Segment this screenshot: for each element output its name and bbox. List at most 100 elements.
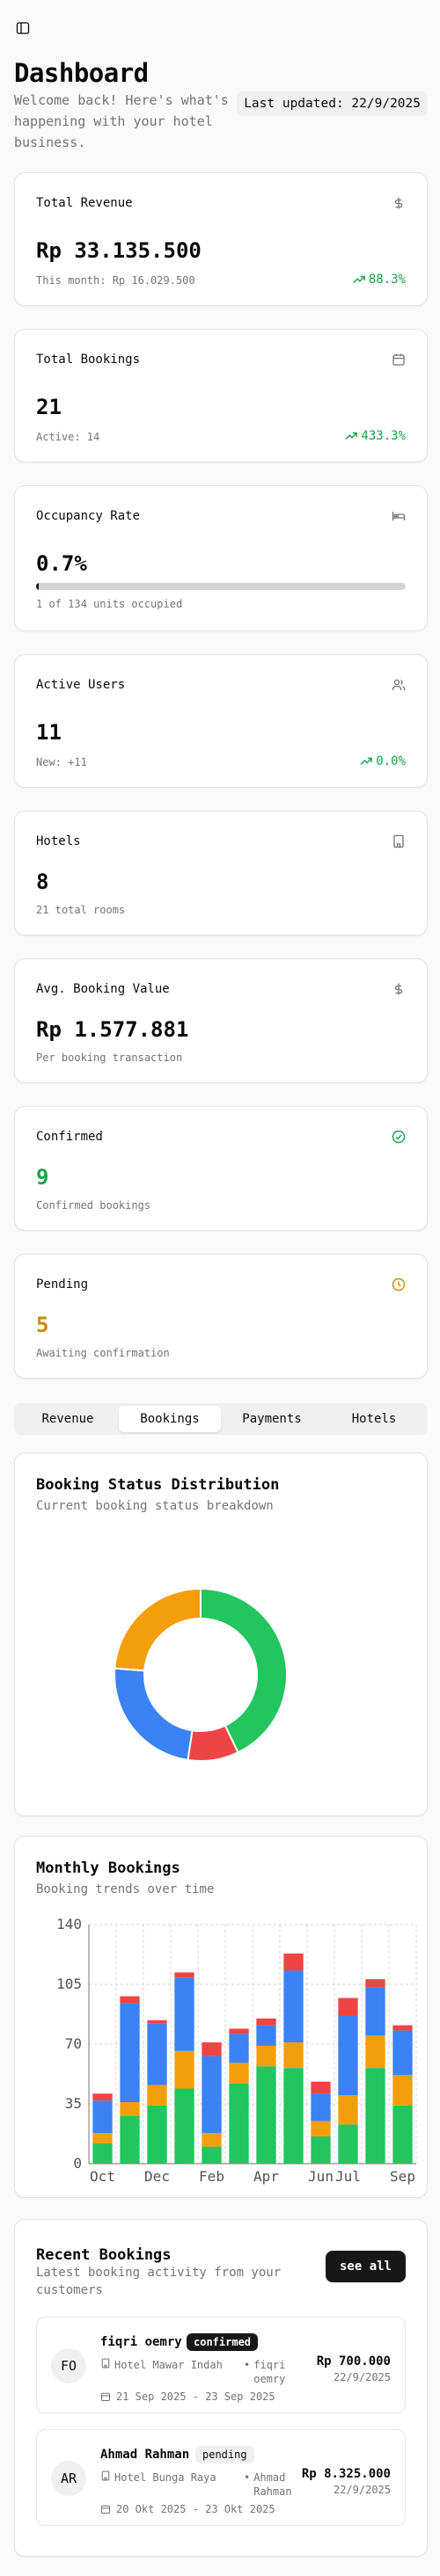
bar-segment[interactable]: [202, 2042, 222, 2056]
bar-segment[interactable]: [311, 2136, 331, 2164]
bar-segment[interactable]: [229, 2034, 249, 2063]
bar-segment[interactable]: [392, 2025, 413, 2031]
bar-segment[interactable]: [283, 1970, 304, 2043]
y-tick-label: 70: [65, 2035, 82, 2052]
bar-segment[interactable]: [311, 2121, 331, 2136]
booking-item[interactable]: AR Ahmad Rahman pending Hotel Bunga Raya…: [36, 2429, 406, 2526]
bar-segment[interactable]: [283, 1954, 304, 1971]
bar-segment[interactable]: [392, 2074, 413, 2106]
bar-segment[interactable]: [338, 2095, 358, 2125]
last-updated-badge: Last updated: 22/9/2025: [237, 91, 428, 116]
bar-segment[interactable]: [202, 2133, 222, 2147]
bar-segment[interactable]: [256, 2045, 276, 2067]
bar-segment[interactable]: [311, 2093, 331, 2121]
monthly-bookings-bar-chart: 0 35 70 105 140 Oct Dec Feb Apr Jun Jul Sep: [56, 1916, 417, 2185]
bar-segment[interactable]: [202, 2146, 222, 2164]
booking-status-donut-chart: [114, 1587, 288, 1762]
stat-card-total-bookings: Total Bookings 21 Active: 14 433.3%: [14, 329, 428, 462]
bar-segment[interactable]: [147, 2019, 167, 2024]
sidebar-toggle-icon[interactable]: [12, 18, 33, 39]
bar-segment[interactable]: [92, 2093, 113, 2101]
bar-segment[interactable]: [147, 2023, 167, 2085]
bar-segment[interactable]: [365, 1987, 385, 2036]
bed-icon: [392, 509, 406, 523]
stay-dates: 20 Okt 2025 - 23 Okt 2025: [100, 2502, 275, 2516]
bar-segment[interactable]: [120, 2115, 140, 2164]
tab-bookings[interactable]: Bookings: [119, 1406, 221, 1432]
stat-subtext: Per booking transaction: [36, 1052, 183, 1064]
bar-segment[interactable]: [365, 1979, 385, 1988]
guest-label: fiqri oemry: [253, 2359, 286, 2385]
stat-value: 8: [36, 870, 49, 894]
dates-text: 21 Sep 2025 - 23 Sep 2025: [116, 2390, 275, 2403]
bar-segment[interactable]: [338, 2124, 358, 2164]
booking-item[interactable]: FO fiqri oemry confirmed Hotel Mawar Ind…: [36, 2317, 406, 2413]
bar-segment[interactable]: [120, 1996, 140, 2004]
stat-subtext: 21 total rooms: [36, 904, 126, 916]
bar-segment[interactable]: [256, 2018, 276, 2026]
bar-segment[interactable]: [256, 2025, 276, 2046]
bar-segment[interactable]: [392, 2105, 413, 2164]
x-tick-label: Apr: [253, 2168, 279, 2185]
donut-slice[interactable]: [114, 1667, 194, 1762]
bar-segment[interactable]: [92, 2133, 113, 2143]
bar-segment[interactable]: [174, 1977, 194, 2051]
hotel-info: Hotel Bunga Raya: [100, 2470, 232, 2485]
guest-name: Ahmad Rahman: [100, 2448, 190, 2462]
trending-up-icon: [345, 430, 358, 442]
booking-date: 22/9/2025: [333, 2484, 391, 2496]
donut-slice[interactable]: [200, 1587, 288, 1754]
stat-card-total-revenue: Total Revenue Rp 33.135.500 This month: …: [14, 172, 428, 306]
card-description: Latest booking activity from your custom…: [36, 2266, 282, 2297]
booking-date: 22/9/2025: [333, 2371, 391, 2383]
bar-segment[interactable]: [338, 2014, 358, 2096]
bar-segment[interactable]: [147, 2085, 167, 2106]
bar-segment[interactable]: [174, 2088, 194, 2164]
bar-segment[interactable]: [392, 2030, 413, 2075]
bar-segment[interactable]: [338, 1997, 358, 2015]
bar-segment[interactable]: [283, 2068, 304, 2164]
bar-segment[interactable]: [229, 2028, 249, 2034]
bar-segment[interactable]: [229, 2083, 249, 2164]
bar-segment[interactable]: [174, 2050, 194, 2089]
bar-segment[interactable]: [147, 2105, 167, 2164]
stat-subtext: New: +11: [36, 756, 87, 768]
donut-slice[interactable]: [114, 1587, 202, 1672]
calendar-icon: [100, 2504, 111, 2514]
see-all-button[interactable]: see all: [325, 2251, 406, 2282]
stat-label: Confirmed: [36, 1130, 103, 1144]
bar-segment[interactable]: [202, 2056, 222, 2134]
dollar-icon: [392, 982, 406, 996]
x-tick-label: Oct: [90, 2168, 115, 2185]
hotel-name: Hotel Mawar Indah: [114, 2359, 223, 2371]
tab-revenue[interactable]: Revenue: [17, 1406, 119, 1432]
stat-card-confirmed: Confirmed 9 Confirmed bookings: [14, 1106, 428, 1231]
bar-segment[interactable]: [365, 2068, 385, 2164]
booking-amount: Rp 700.000: [316, 2354, 391, 2369]
tab-hotels[interactable]: Hotels: [323, 1406, 425, 1432]
bar-segment[interactable]: [120, 2102, 140, 2116]
stat-label: Occupancy Rate: [36, 509, 141, 523]
tab-payments[interactable]: Payments: [221, 1406, 323, 1432]
bar-segment[interactable]: [283, 2042, 304, 2069]
page-subtitle: Welcome back! Here's what's happening wi…: [14, 92, 229, 150]
card-description: Booking trends over time: [36, 1882, 215, 1896]
page-title: Dashboard: [14, 58, 149, 88]
stat-subtext: 1 of 134 units occupied: [36, 598, 183, 610]
clock-icon: [392, 1277, 406, 1292]
bar-segment[interactable]: [365, 2035, 385, 2069]
bar-segment[interactable]: [92, 2100, 113, 2134]
bar-segment[interactable]: [120, 2003, 140, 2103]
y-tick-label: 0: [73, 2155, 82, 2172]
dot-icon: •: [244, 2359, 251, 2371]
bar-segment[interactable]: [229, 2063, 249, 2084]
bar-segment[interactable]: [92, 2143, 113, 2164]
bar-segment[interactable]: [174, 1972, 194, 1978]
trend-value: 433.3%: [361, 429, 406, 443]
card-title: Booking Status Distribution: [36, 1476, 280, 1494]
bar-segment[interactable]: [256, 2066, 276, 2164]
x-tick-label: Jul: [335, 2168, 361, 2185]
bar-segment[interactable]: [311, 2081, 331, 2094]
stat-label: Total Bookings: [36, 353, 141, 367]
stat-card-avg-booking-value: Avg. Booking Value Rp 1.577.881 Per book…: [14, 958, 428, 1083]
